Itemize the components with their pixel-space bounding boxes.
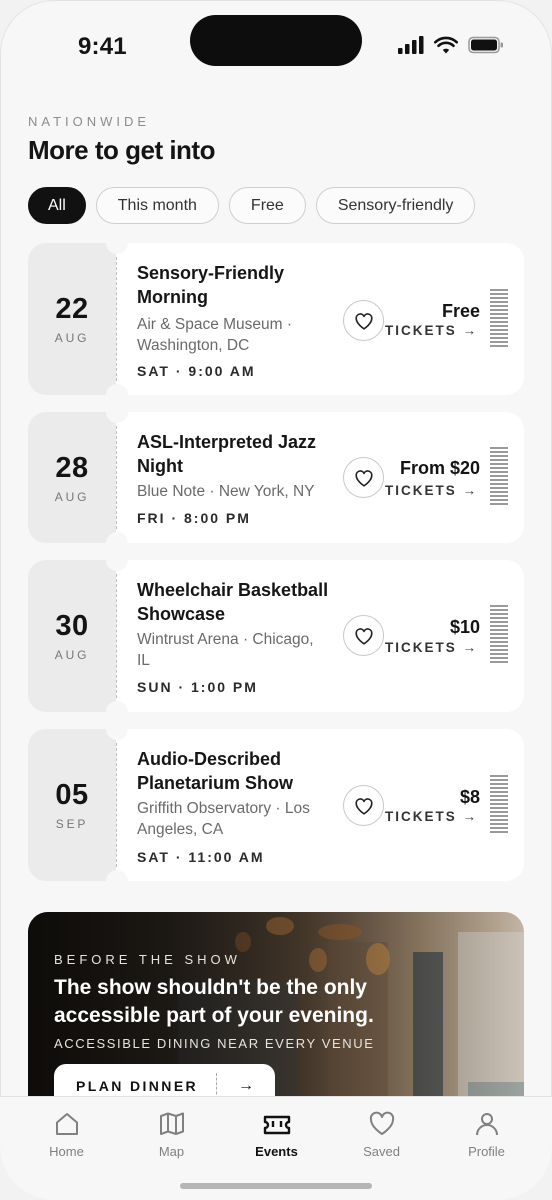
page-title: More to get into <box>28 135 215 165</box>
home-icon <box>55 1113 78 1135</box>
tab-label: Events <box>255 1144 298 1159</box>
ticket-perforation <box>116 257 117 381</box>
battery-icon <box>468 36 503 54</box>
barcode-graphic <box>490 605 508 665</box>
event-time: SAT · 9:00 AM <box>137 363 256 379</box>
plan-dinner-label: PLAN DINNER <box>76 1078 199 1094</box>
event-venue: Blue Note · New York, NY <box>137 483 315 500</box>
tab-label: Saved <box>363 1144 400 1159</box>
barcode-graphic <box>490 289 508 349</box>
event-details: Audio-Described Planetarium Show Griffit… <box>116 729 524 881</box>
map-icon <box>159 1112 184 1135</box>
tickets-link[interactable]: TICKETS → <box>385 483 478 498</box>
event-card[interactable]: 05 SEP Audio-Described Planetarium Show … <box>28 718 524 892</box>
phone-screen: 9:41 NATIONWIDE More to get into All Thi… <box>0 0 552 1200</box>
tickets-link[interactable]: TICKETS → <box>385 323 478 338</box>
event-month: AUG <box>54 331 90 345</box>
event-date: 28 AUG <box>28 412 116 543</box>
wifi-icon <box>434 36 458 54</box>
save-event-button[interactable] <box>343 300 384 341</box>
filter-chip-this-month[interactable]: This month <box>95 187 219 224</box>
event-title: Sensory-Friendly Morning <box>137 263 285 307</box>
save-event-button[interactable] <box>343 615 384 656</box>
barcode-graphic <box>490 775 508 835</box>
event-month: AUG <box>54 489 90 504</box>
event-venue: Air & Space Museum · Washington, DC <box>137 316 293 354</box>
event-day: 05 <box>55 779 89 811</box>
event-time: FRI · 8:00 PM <box>137 510 251 526</box>
filter-chip-sensory-friendly[interactable]: Sensory-friendly <box>315 187 476 224</box>
event-venue: Griffith Observatory · Los Angeles, CA <box>137 800 310 838</box>
ticket-notch <box>106 870 128 892</box>
status-time: 9:41 <box>78 33 127 60</box>
event-date: 30 AUG <box>28 560 116 712</box>
event-card[interactable]: 22 AUG Sensory-Friendly Morning Air & Sp… <box>28 232 524 406</box>
event-card[interactable]: 30 AUG Wheelchair Basketball Showcase Wi… <box>28 549 524 723</box>
tab-label: Home <box>49 1144 84 1159</box>
barcode-graphic <box>490 447 508 507</box>
event-price: From $20 <box>399 458 480 478</box>
event-date: 22 AUG <box>28 243 116 395</box>
filter-chips: All This month Free Sensory-friendly <box>28 187 476 224</box>
event-time: SAT · 11:00 AM <box>137 849 265 865</box>
heart-icon <box>354 469 373 487</box>
event-details: ASL-Interpreted Jazz Night Blue Note · N… <box>116 412 524 543</box>
bottom-tab-bar: Home Map Events Saved Profile <box>0 1096 552 1200</box>
ticket-notch <box>106 232 128 254</box>
tickets-link[interactable]: TICKETS → <box>385 640 478 655</box>
tab-label: Profile <box>468 1144 505 1159</box>
person-icon <box>475 1113 498 1136</box>
event-price: $10 <box>449 617 480 637</box>
tab-profile[interactable]: Profile <box>434 1097 539 1200</box>
tab-home[interactable]: Home <box>14 1097 119 1200</box>
ticket-notch <box>106 718 128 740</box>
save-event-button[interactable] <box>343 457 384 498</box>
event-title: Audio-Described Planetarium Show <box>137 749 294 793</box>
filter-chip-all[interactable]: All <box>28 187 86 224</box>
event-title: Wheelchair Basketball Showcase <box>137 580 329 624</box>
event-price: $8 <box>459 787 480 807</box>
event-time: SUN · 1:00 PM <box>137 679 258 695</box>
event-day: 30 <box>55 610 89 642</box>
ticket-perforation <box>116 426 117 529</box>
heart-icon <box>354 312 373 330</box>
event-title: ASL-Interpreted Jazz Night <box>137 432 317 476</box>
tickets-link[interactable]: TICKETS → <box>385 809 478 824</box>
event-card[interactable]: 28 AUG ASL-Interpreted Jazz Night Blue N… <box>28 401 524 554</box>
event-date: 05 SEP <box>28 729 116 881</box>
ticket-perforation <box>116 574 117 698</box>
section-eyebrow: NATIONWIDE <box>28 114 151 129</box>
banner-subtitle: ACCESSIBLE DINING NEAR EVERY VENUE <box>54 1036 375 1051</box>
arrow-right-icon: → <box>238 1077 254 1094</box>
ticket-perforation <box>116 743 117 867</box>
event-month: AUG <box>54 648 90 662</box>
event-day: 28 <box>55 451 89 484</box>
banner-title: The show shouldn't be the only accessibl… <box>54 976 374 1027</box>
heart-icon <box>354 797 373 815</box>
event-details: Sensory-Friendly Morning Air & Space Mus… <box>116 243 524 395</box>
ticket-notch <box>106 549 128 571</box>
heart-icon <box>354 627 373 645</box>
dynamic-island <box>190 15 362 66</box>
ticket-icon <box>263 1115 290 1135</box>
event-day: 22 <box>55 293 89 325</box>
event-month: SEP <box>55 817 89 831</box>
banner-eyebrow: BEFORE THE SHOW <box>54 952 241 967</box>
heart-icon <box>369 1111 394 1135</box>
home-indicator <box>180 1183 372 1189</box>
event-price: Free <box>441 301 480 321</box>
event-venue: Wintrust Arena · Chicago, IL <box>137 631 314 669</box>
status-bar: 9:41 <box>0 0 552 90</box>
event-details: Wheelchair Basketball Showcase Wintrust … <box>116 560 524 712</box>
status-icons <box>398 36 504 54</box>
save-event-button[interactable] <box>343 785 384 826</box>
cellular-signal-icon <box>398 36 424 54</box>
ticket-notch <box>106 401 128 423</box>
tab-label: Map <box>158 1144 185 1159</box>
filter-chip-free[interactable]: Free <box>228 187 306 224</box>
